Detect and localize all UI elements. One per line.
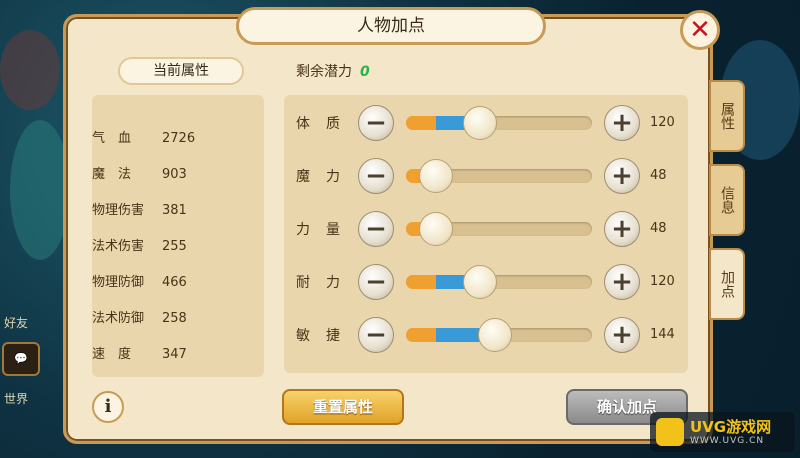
slider-knob[interactable] (478, 318, 512, 352)
sliders-box: 体质 − + 120 魔力 − + 48 力量 − + 48 耐力 − + 12… (284, 95, 688, 373)
attr-value: 255 (162, 239, 187, 254)
slider-row-magic: 魔力 − + 48 (284, 154, 688, 202)
slider-label: 耐力 (296, 275, 356, 291)
increase-button[interactable]: + (604, 211, 640, 247)
tab-info[interactable]: 信息 (709, 164, 745, 236)
slider-fill-base (406, 116, 436, 130)
attr-row: 法术防御 258 (92, 307, 187, 327)
sidebar-friends-label[interactable]: 好友 (4, 314, 28, 331)
tab-attributes[interactable]: 属性 (709, 80, 745, 152)
increase-button[interactable]: + (604, 158, 640, 194)
attr-value: 381 (162, 203, 187, 218)
game-sidebar: 好友 💬 世界 (0, 300, 64, 450)
attr-row: 物理防御 466 (92, 271, 187, 291)
slider-row-endurance: 耐力 − + 120 (284, 260, 688, 308)
attr-row: 魔 法 903 (92, 163, 187, 183)
decrease-button[interactable]: − (358, 105, 394, 141)
attr-value: 903 (162, 167, 187, 182)
slider-label: 力量 (296, 222, 356, 238)
attr-name: 速 度 (92, 347, 132, 362)
slider-row-constitution: 体质 − + 120 (284, 101, 688, 149)
slider-value: 120 (650, 115, 675, 130)
attr-name: 物理防御 (92, 275, 145, 290)
slider-row-agility: 敏捷 − + 144 (284, 313, 688, 361)
remaining-potential: 剩余潜力 0 (296, 61, 370, 81)
attr-value: 258 (162, 311, 187, 326)
slider-knob[interactable] (419, 212, 453, 246)
attr-row: 速 度 347 (92, 343, 187, 363)
slider-knob[interactable] (419, 159, 453, 193)
attr-name: 法术伤害 (92, 239, 145, 254)
attr-value: 2726 (162, 131, 196, 146)
slider-knob[interactable] (463, 265, 497, 299)
decrease-button[interactable]: − (358, 264, 394, 300)
attr-value: 347 (162, 347, 187, 362)
attribute-panel: 人物加点 当前属性 气 血 2726 魔 法 903 物理伤害 381 法术伤害 255… (63, 7, 713, 444)
slider-value: 120 (650, 274, 675, 289)
slider-fill-base (406, 275, 436, 289)
attr-name: 法术防御 (92, 311, 145, 326)
current-attributes-header: 当前属性 (118, 57, 244, 85)
slider-row-strength: 力量 − + 48 (284, 207, 688, 255)
attr-row: 物理伤害 381 (92, 199, 187, 219)
attr-name: 气 血 (92, 131, 132, 146)
watermark-logo-icon (656, 418, 684, 446)
slider-label: 敏捷 (296, 328, 356, 344)
slider-track[interactable] (406, 116, 592, 130)
slider-knob[interactable] (463, 106, 497, 140)
page-title: 人物加点 (357, 16, 425, 36)
chat-button[interactable]: 💬 (2, 342, 40, 376)
increase-button[interactable]: + (604, 317, 640, 353)
title-bar: 人物加点 (236, 7, 546, 45)
sidebar-world-label[interactable]: 世界 (4, 390, 28, 407)
attr-name: 物理伤害 (92, 203, 145, 218)
slider-label: 体质 (296, 116, 356, 132)
tab-allocate[interactable]: 加点 (709, 248, 745, 320)
increase-button[interactable]: + (604, 264, 640, 300)
decrease-button[interactable]: − (358, 211, 394, 247)
attr-name: 魔 法 (92, 167, 132, 182)
attr-row: 法术伤害 255 (92, 235, 187, 255)
slider-fill-base (406, 328, 436, 342)
current-attributes-column: 当前属性 气 血 2726 魔 法 903 物理伤害 381 法术伤害 255 物理防御… (82, 51, 268, 423)
decrease-button[interactable]: − (358, 158, 394, 194)
slider-value: 48 (650, 168, 667, 183)
info-icon[interactable]: i (92, 391, 124, 423)
watermark-subtext: WWW.UVG.CN (690, 436, 765, 446)
potential-label: 剩余潜力 (296, 64, 352, 80)
watermark: UVG游戏网 WWW.UVG.CN (650, 412, 795, 452)
reset-attributes-button[interactable]: 重置属性 (282, 389, 404, 425)
close-icon[interactable]: ✕ (680, 10, 720, 50)
potential-value: 0 (360, 64, 370, 80)
attr-value: 466 (162, 275, 187, 290)
background-coral (10, 120, 70, 260)
slider-value: 144 (650, 327, 675, 342)
allocation-column: 剩余潜力 0 体质 − + 120 魔力 − + 48 力量 − + 48 耐力… (276, 51, 696, 431)
decrease-button[interactable]: − (358, 317, 394, 353)
slider-value: 48 (650, 221, 667, 236)
attr-row: 气 血 2726 (92, 127, 195, 147)
slider-label: 魔力 (296, 169, 356, 185)
watermark-text: UVG游戏网 (690, 418, 772, 436)
increase-button[interactable]: + (604, 105, 640, 141)
slider-track[interactable] (406, 275, 592, 289)
background-figure (0, 30, 60, 110)
